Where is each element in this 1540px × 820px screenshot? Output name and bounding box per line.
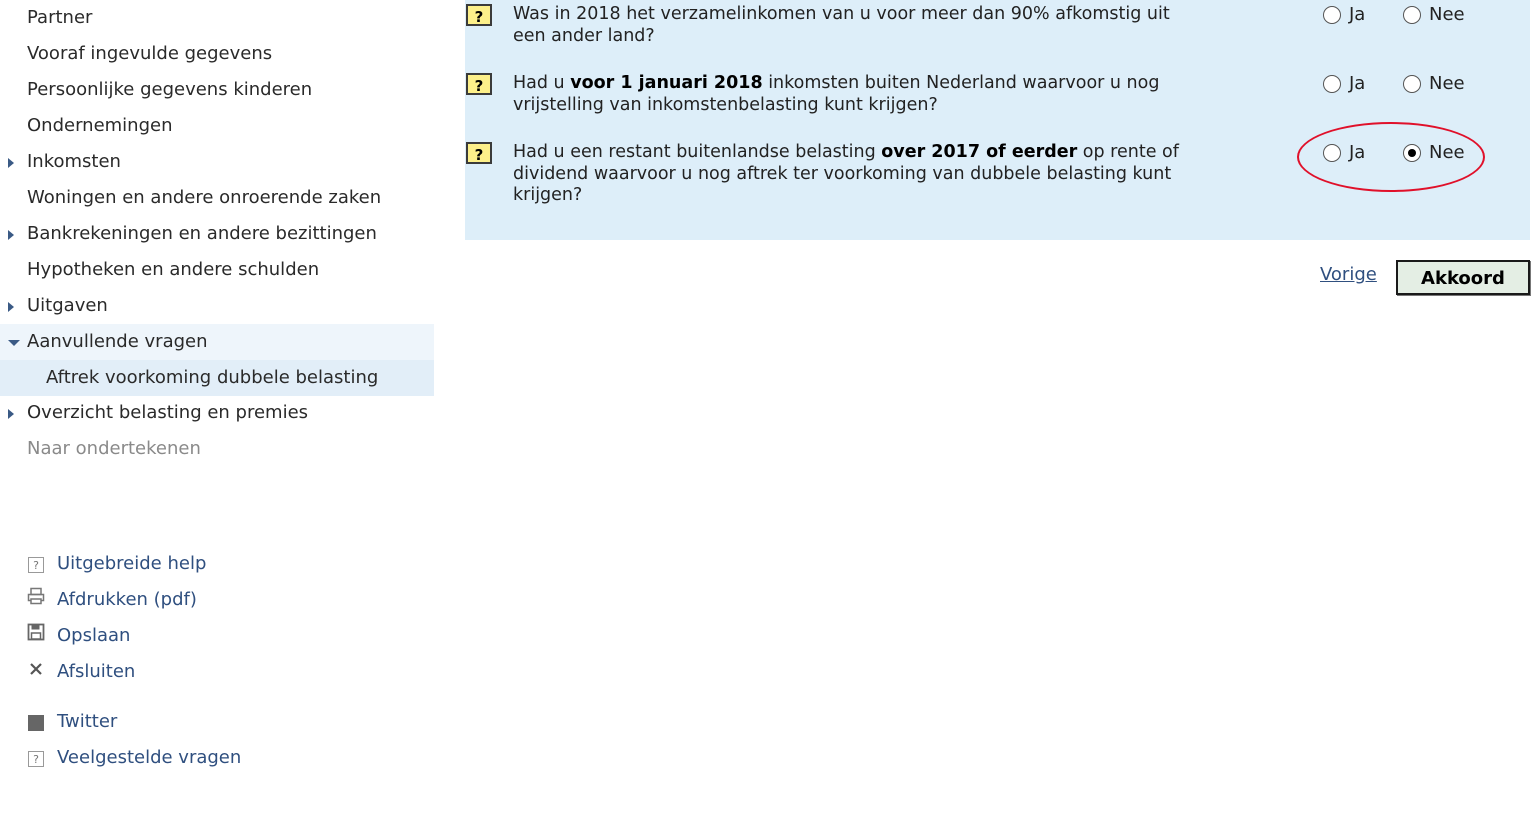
print-icon (26, 585, 46, 615)
caret-right-icon (8, 302, 14, 312)
sidebar-item-label: Persoonlijke gegevens kinderen (27, 79, 313, 100)
questions-panel: ? Was in 2018 het verzamelinkomen van u … (465, 0, 1530, 240)
help-button[interactable]: ? (466, 73, 492, 95)
previous-link[interactable]: Vorige (1320, 264, 1377, 285)
tool-link-label: Opslaan (57, 625, 131, 646)
faq-icon: ? (26, 743, 46, 773)
sidebar-item-label: Overzicht belasting en premies (27, 402, 309, 423)
sidebar-item-label: Aanvullende vragen (27, 331, 208, 352)
tool-link-afsluiten[interactable]: Afsluiten (26, 657, 135, 687)
help-button[interactable]: ? (466, 4, 492, 26)
sidebar-item-aftrek-voorkoming[interactable]: Aftrek voorkoming dubbele belasting (0, 360, 434, 396)
tool-link-veelgestelde-vragen[interactable]: ? Veelgestelde vragen (26, 743, 241, 773)
radio-circle (1403, 75, 1421, 93)
radio-circle (1323, 75, 1341, 93)
tool-link-opslaan[interactable]: Opslaan (26, 621, 130, 651)
radio-nee[interactable]: Nee (1403, 73, 1465, 95)
sidebar-item-label: Partner (27, 7, 93, 28)
sidebar-item-inkomsten[interactable]: Inkomsten (0, 144, 434, 180)
save-icon (26, 621, 46, 651)
radio-nee[interactable]: Nee (1403, 142, 1465, 164)
question-text: Had u een restant buitenlandse belasting… (513, 142, 1203, 207)
sidebar-item-label: Woningen en andere onroerende zaken (27, 187, 382, 208)
sidebar-item-label: Naar ondertekenen (27, 438, 201, 459)
radio-ja[interactable]: Ja (1323, 4, 1365, 26)
tool-link-afdrukken[interactable]: Afdrukken (pdf) (26, 585, 197, 615)
sidebar-nav: Partner Vooraf ingevulde gegevens Persoo… (0, 0, 434, 820)
tool-link-uitgebreide-help[interactable]: ? Uitgebreide help (26, 549, 206, 579)
sidebar-item-label: Ondernemingen (27, 115, 173, 136)
question-text-part: Had u (513, 73, 571, 93)
radio-label: Nee (1429, 4, 1465, 25)
radio-circle (1403, 144, 1421, 162)
sidebar-item-ondernemingen[interactable]: Ondernemingen (0, 108, 434, 144)
radio-ja[interactable]: Ja (1323, 142, 1365, 164)
sidebar-item-naar-ondertekenen: Naar ondertekenen (0, 431, 434, 467)
sidebar-item-uitgaven[interactable]: Uitgaven (0, 288, 434, 324)
sidebar-item-persoonlijke-gegevens-kinderen[interactable]: Persoonlijke gegevens kinderen (0, 72, 434, 108)
tool-link-label: Afdrukken (pdf) (57, 589, 197, 610)
sidebar-item-woningen[interactable]: Woningen en andere onroerende zaken (0, 180, 434, 216)
radio-label: Ja (1349, 142, 1366, 163)
question-text: Was in 2018 het verzamelinkomen van u vo… (513, 4, 1203, 47)
sidebar-item-label: Hypotheken en andere schulden (27, 259, 320, 280)
radio-label: Nee (1429, 73, 1465, 94)
help-icon: ? (26, 549, 46, 579)
sidebar-item-label: Aftrek voorkoming dubbele belasting (46, 367, 379, 388)
radio-label: Ja (1349, 73, 1366, 94)
sidebar-item-partner[interactable]: Partner (0, 0, 434, 36)
caret-right-icon (8, 158, 14, 168)
caret-right-icon (8, 230, 14, 240)
tool-link-twitter[interactable]: Twitter (26, 707, 117, 737)
sidebar-item-label: Vooraf ingevulde gegevens (27, 43, 273, 64)
tool-link-label: Veelgestelde vragen (57, 747, 242, 768)
radio-circle (1323, 6, 1341, 24)
question-text-bold: voor 1 januari 2018 (570, 73, 763, 93)
akkoord-button[interactable]: Akkoord (1396, 260, 1530, 295)
radio-circle (1403, 6, 1421, 24)
radio-ja[interactable]: Ja (1323, 73, 1365, 95)
sidebar-item-bankrekeningen[interactable]: Bankrekeningen en andere bezittingen (0, 216, 434, 252)
sidebar-item-label: Bankrekeningen en andere bezittingen (27, 223, 377, 244)
radio-circle (1323, 144, 1341, 162)
tool-link-label: Uitgebreide help (57, 553, 207, 574)
radio-label: Nee (1429, 142, 1465, 163)
question-text-part: Had u een restant buitenlandse belasting (513, 142, 882, 162)
help-button[interactable]: ? (466, 142, 492, 164)
caret-down-icon (8, 340, 20, 346)
question-text: Had u voor 1 januari 2018 inkomsten buit… (513, 73, 1203, 116)
close-icon (26, 657, 46, 687)
sidebar-item-aanvullende-vragen[interactable]: Aanvullende vragen (0, 324, 434, 360)
sidebar-item-hypotheken[interactable]: Hypotheken en andere schulden (0, 252, 434, 288)
question-text-part: Was in 2018 het verzamelinkomen van u vo… (513, 4, 1170, 46)
sidebar-item-vooraf-ingevulde-gegevens[interactable]: Vooraf ingevulde gegevens (0, 36, 434, 72)
radio-nee[interactable]: Nee (1403, 4, 1465, 26)
caret-right-icon (8, 409, 14, 419)
radio-label: Ja (1349, 4, 1366, 25)
twitter-icon (26, 707, 46, 737)
tool-link-label: Afsluiten (57, 661, 136, 682)
tool-link-label: Twitter (57, 711, 118, 732)
question-text-bold: over 2017 of eerder (881, 142, 1078, 162)
sidebar-item-label: Uitgaven (27, 295, 108, 316)
sidebar-item-label: Inkomsten (27, 151, 121, 172)
sidebar-item-overzicht-belasting[interactable]: Overzicht belasting en premies (0, 395, 434, 431)
